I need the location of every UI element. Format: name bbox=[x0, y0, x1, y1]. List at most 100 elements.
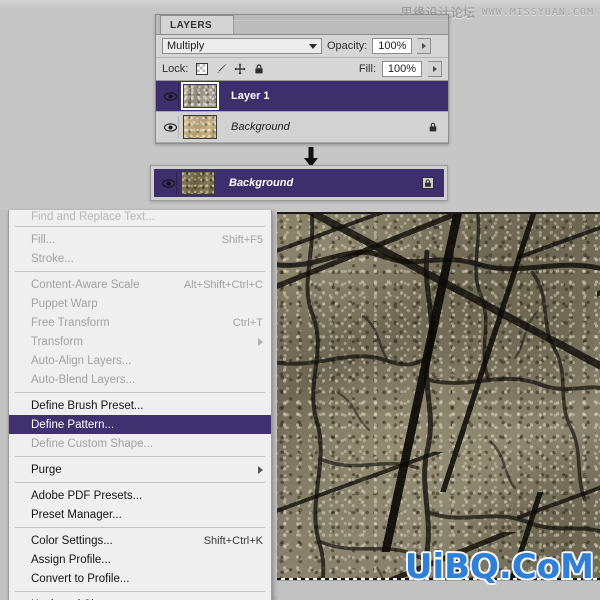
menu-item: Free Transform Ctrl+T bbox=[9, 313, 271, 332]
document-top-edge bbox=[277, 212, 600, 214]
opacity-label: Opacity: bbox=[327, 40, 367, 52]
blend-opacity-row: Multiply Opacity: 100% bbox=[156, 35, 448, 58]
lock-row: Lock: Fill: 100% bbox=[156, 58, 448, 81]
menu-item-label: Transform bbox=[31, 336, 83, 348]
fill-stepper[interactable] bbox=[428, 61, 442, 77]
edit-menu[interactable]: Find and Replace Text... Fill... Shift+F5 S… bbox=[8, 210, 272, 600]
tab-layers-label: LAYERS bbox=[170, 20, 212, 31]
menu-separator bbox=[15, 527, 265, 528]
layer-list: Layer 1 Background bbox=[156, 81, 448, 143]
menu-separator bbox=[15, 271, 265, 272]
menu-item-label: Auto-Blend Layers... bbox=[31, 374, 135, 386]
chevron-down-icon bbox=[309, 44, 317, 49]
layer-thumbnail[interactable] bbox=[181, 171, 215, 195]
menu-item-label: Color Settings... bbox=[31, 535, 113, 547]
tab-layers[interactable]: LAYERS bbox=[160, 15, 234, 34]
menu-item[interactable]: Purge bbox=[9, 460, 271, 479]
opacity-stepper[interactable] bbox=[417, 38, 431, 54]
watermark-bottom: UiBQ.CoM bbox=[405, 550, 594, 584]
chevron-right-icon bbox=[258, 338, 263, 346]
layers-panel: LAYERS Multiply Opacity: 100% Lock: bbox=[155, 14, 449, 144]
visibility-eye-icon[interactable] bbox=[162, 116, 179, 138]
panel-tab-strip: LAYERS bbox=[156, 15, 448, 35]
menu-item-label: Assign Profile... bbox=[31, 554, 111, 566]
menu-separator bbox=[15, 482, 265, 483]
opacity-value: 100% bbox=[378, 40, 406, 52]
menu-item: Stroke... bbox=[9, 249, 271, 268]
lock-label: Lock: bbox=[162, 63, 188, 75]
menu-item-label: Preset Manager... bbox=[31, 509, 122, 521]
menu-item-label: Define Brush Preset... bbox=[31, 400, 144, 412]
layer-row[interactable]: Background bbox=[154, 169, 444, 197]
chevron-right-icon bbox=[258, 466, 263, 474]
menu-item: Find and Replace Text... bbox=[9, 210, 271, 223]
screenshot-root: 思缘设计论坛 WWW.MISSYUAN.COM LAYERS Multiply … bbox=[0, 0, 600, 600]
menu-item-label: Auto-Align Layers... bbox=[31, 355, 131, 367]
menu-item-label: Stroke... bbox=[31, 253, 74, 265]
menu-item-label: Convert to Profile... bbox=[31, 573, 129, 585]
menu-separator bbox=[15, 456, 265, 457]
fill-label: Fill: bbox=[359, 63, 376, 75]
menu-item-label: Define Custom Shape... bbox=[31, 438, 153, 450]
merge-down-arrow-icon bbox=[303, 147, 319, 167]
menu-item-label: Free Transform bbox=[31, 317, 110, 329]
lock-icon-group bbox=[196, 63, 265, 75]
crack-overlay bbox=[277, 212, 600, 584]
menu-item-label: Find and Replace Text... bbox=[31, 211, 155, 223]
all-lock-padlock-icon[interactable] bbox=[253, 63, 265, 75]
document-canvas[interactable] bbox=[277, 212, 600, 584]
layer-lock-indicator bbox=[428, 121, 442, 133]
menu-item-label: Purge bbox=[31, 464, 62, 476]
menu-item: Define Custom Shape... bbox=[9, 434, 271, 453]
menu-item[interactable]: Define Brush Preset... bbox=[9, 396, 271, 415]
menu-item[interactable]: Assign Profile... bbox=[9, 550, 271, 569]
blend-mode-value: Multiply bbox=[167, 40, 204, 52]
watermark-top-en: WWW.MISSYUAN.COM bbox=[482, 7, 594, 18]
layer-thumbnail[interactable] bbox=[183, 84, 217, 108]
layer-thumbnail[interactable] bbox=[183, 115, 217, 139]
menu-item[interactable]: Adobe PDF Presets... bbox=[9, 486, 271, 505]
triangle-right-icon bbox=[433, 66, 437, 72]
layer-row[interactable]: Layer 1 bbox=[156, 81, 448, 112]
menu-item[interactable]: Preset Manager... bbox=[9, 505, 271, 524]
menu-item: Auto-Blend Layers... bbox=[9, 370, 271, 389]
menu-item-label: Define Pattern... bbox=[31, 419, 114, 431]
fill-input[interactable]: 100% bbox=[382, 61, 422, 77]
tab-strip-filler bbox=[233, 20, 448, 34]
menu-item-shortcut: Ctrl+T bbox=[215, 317, 263, 329]
menu-item-label: Fill... bbox=[31, 234, 55, 246]
pixels-lock-brush-icon[interactable] bbox=[215, 63, 227, 75]
menu-item[interactable]: Define Pattern... bbox=[9, 415, 271, 434]
layer-name: Background bbox=[229, 177, 293, 189]
menu-item: Transform bbox=[9, 332, 271, 351]
menu-item-label: Puppet Warp bbox=[31, 298, 98, 310]
left-gutter bbox=[0, 210, 8, 600]
menu-item[interactable]: Convert to Profile... bbox=[9, 569, 271, 588]
menu-item[interactable]: Color Settings... Shift+Ctrl+K bbox=[9, 531, 271, 550]
transparency-lock-icon[interactable] bbox=[196, 63, 208, 75]
menu-item-shortcut: Shift+F5 bbox=[204, 234, 263, 246]
fill-value: 100% bbox=[388, 63, 416, 75]
position-lock-move-icon[interactable] bbox=[234, 63, 246, 75]
merged-layers-panel: Background bbox=[150, 165, 448, 201]
menu-separator bbox=[15, 392, 265, 393]
menu-item-label: Content-Aware Scale bbox=[31, 279, 139, 291]
menu-item: Auto-Align Layers... bbox=[9, 351, 271, 370]
visibility-eye-icon[interactable] bbox=[160, 172, 177, 194]
layer-name: Layer 1 bbox=[231, 90, 270, 102]
triangle-right-icon bbox=[422, 43, 426, 49]
menu-item: Puppet Warp bbox=[9, 294, 271, 313]
blend-mode-select[interactable]: Multiply bbox=[162, 38, 322, 54]
menu-item-shortcut: Alt+Shift+Ctrl+C bbox=[166, 279, 263, 291]
layer-name: Background bbox=[231, 121, 290, 133]
menu-item: Fill... Shift+F5 bbox=[9, 230, 271, 249]
menu-item-shortcut: Shift+Ctrl+K bbox=[186, 535, 263, 547]
menu-separator bbox=[15, 226, 265, 227]
menu-item-label: Adobe PDF Presets... bbox=[31, 490, 142, 502]
layer-lock-indicator bbox=[422, 177, 438, 189]
menu-item[interactable]: Keyboard Shortcuts...Alt+Shift+Ctrl+K bbox=[9, 595, 271, 600]
menu-separator bbox=[15, 591, 265, 592]
layer-row[interactable]: Background bbox=[156, 112, 448, 143]
opacity-input[interactable]: 100% bbox=[372, 38, 412, 54]
visibility-eye-icon[interactable] bbox=[162, 85, 179, 107]
